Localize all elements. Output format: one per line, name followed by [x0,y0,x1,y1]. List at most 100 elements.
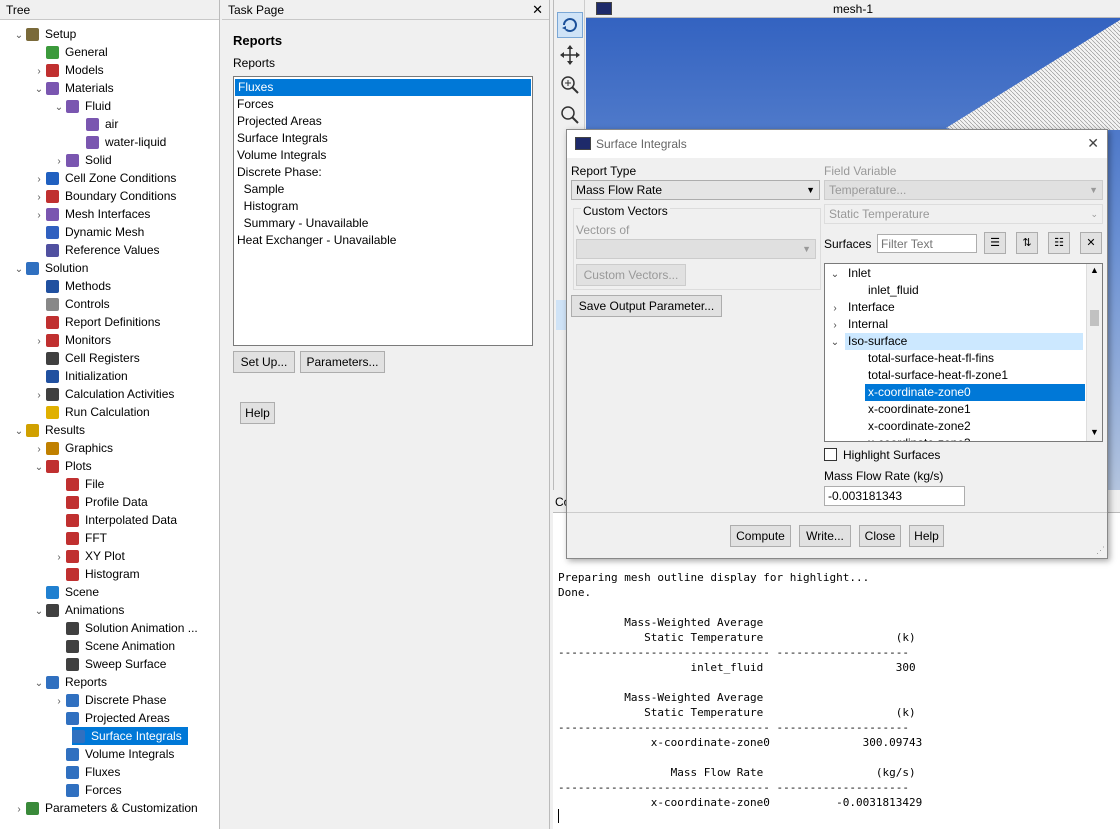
tree-item-sweep-surface[interactable]: Sweep Surface [52,655,166,673]
surface-item-interface[interactable]: › Interface [825,299,898,316]
surfaces-scrollbar[interactable]: ▲ ▼ [1086,264,1102,441]
rotate-icon[interactable] [557,12,583,38]
tree-item-plots[interactable]: ⌄ Plots [32,457,92,475]
surface-item-total-surface-heat-fl-fins[interactable]: total-surface-heat-fl-fins [825,350,997,367]
chevron-down-icon[interactable]: ⌄ [32,675,46,693]
tree-item-graphics[interactable]: › Graphics [32,439,113,457]
tree-item-animations[interactable]: ⌄ Animations [32,601,124,619]
save-output-parameter-button[interactable]: Save Output Parameter... [571,295,722,317]
chevron-right-icon[interactable]: › [825,317,845,334]
tree-item-scene[interactable]: Scene [32,583,99,601]
tree-item-solution[interactable]: ⌄ Solution [12,259,88,277]
chevron-down-icon[interactable]: ⌄ [825,334,845,351]
tree-item-mesh-interfaces[interactable]: › Mesh Interfaces [32,205,150,223]
tree-item-scene-animation[interactable]: Scene Animation [52,637,175,655]
zoom-icon[interactable] [559,74,581,96]
report-item-projected-areas[interactable]: Projected Areas [237,113,322,130]
tree-item-boundary-conditions[interactable]: › Boundary Conditions [32,187,176,205]
zoom-box-icon[interactable] [559,104,581,126]
surface-item-x-coordinate-zone3[interactable]: x-coordinate-zone3 [825,435,974,441]
tree-item-histogram[interactable]: Histogram [52,565,140,583]
tree-item-interpolated-data[interactable]: Interpolated Data [52,511,177,529]
chevron-down-icon[interactable]: ⌄ [12,423,26,441]
tree-item-discrete-phase[interactable]: › Discrete Phase [52,691,166,709]
tree-item-solution-animation[interactable]: Solution Animation ... [52,619,198,637]
tree-item-solid[interactable]: › Solid [52,151,112,169]
deselect-surfaces-icon[interactable]: ☷ [1048,232,1070,254]
pan-icon[interactable] [559,44,581,66]
highlight-surfaces-checkbox[interactable] [824,448,837,461]
tree-item-calculation-activities[interactable]: › Calculation Activities [32,385,174,403]
scrollbar-thumb[interactable] [1090,310,1099,326]
tree-item-cell-zone-conditions[interactable]: › Cell Zone Conditions [32,169,176,187]
report-item-heat-exchanger-unavailable[interactable]: Heat Exchanger - Unavailable [237,232,396,249]
tree-item-monitors[interactable]: › Monitors [32,331,111,349]
tree-item-forces[interactable]: Forces [52,781,122,799]
report-item-surface-integrals[interactable]: Surface Integrals [237,130,328,147]
tree-item-xy-plot[interactable]: › XY Plot [52,547,125,565]
compute-button[interactable]: Compute [730,525,791,547]
reports-list[interactable]: Fluxes Forces Projected Areas Surface Integ… [233,76,533,346]
report-item-summary-unavailable[interactable]: Summary - Unavailable [237,215,369,232]
close-icon[interactable]: ✕ [1087,135,1099,152]
chevron-down-icon[interactable]: ⌄ [32,459,46,477]
surface-item-x-coordinate-zone2[interactable]: x-coordinate-zone2 [825,418,974,435]
tree-item-fluxes[interactable]: Fluxes [52,763,120,781]
tree-item-cell-registers[interactable]: Cell Registers [32,349,140,367]
surface-item-inlet-fluid[interactable]: inlet_fluid [825,282,922,299]
tree-item-fft[interactable]: FFT [52,529,107,547]
tree-item-run-calculation[interactable]: Run Calculation [32,403,150,421]
tree-item-reports[interactable]: ⌄ Reports [32,673,107,691]
clear-surfaces-icon[interactable]: ✕ [1080,232,1102,254]
close-icon[interactable]: ✕ [532,0,543,20]
tree-item-dynamic-mesh[interactable]: Dynamic Mesh [32,223,144,241]
surface-item-x-coordinate-zone0[interactable]: x-coordinate-zone0 [825,384,1085,401]
tree-item-results[interactable]: ⌄ Results [12,421,85,439]
tree-item-surface-integrals[interactable]: Surface Integrals [72,727,188,745]
tree-item-methods[interactable]: Methods [32,277,111,295]
tree-item-volume-integrals[interactable]: Volume Integrals [52,745,174,763]
console-panel[interactable]: Preparing mesh outline display for highl… [553,512,1120,829]
tree-item-general[interactable]: General [32,43,108,61]
chevron-down-icon[interactable]: ⌄ [52,99,66,117]
report-item-sample[interactable]: Sample [237,181,285,198]
tree-item-projected-areas[interactable]: Projected Areas [52,709,170,727]
tree-item-water-liquid[interactable]: water-liquid [72,133,166,151]
tree-item-file[interactable]: File [52,475,104,493]
resize-grip-icon[interactable]: ⋰ [1096,545,1105,556]
tree-item-setup[interactable]: ⌄ Setup [12,25,76,43]
set-up-button[interactable]: Set Up... [233,351,295,373]
write-button[interactable]: Write... [799,525,851,547]
surface-item-x-coordinate-zone1[interactable]: x-coordinate-zone1 [825,401,974,418]
tree-item-reference-values[interactable]: Reference Values [32,241,160,259]
report-item-fluxes[interactable]: Fluxes [235,79,531,96]
tree-item-parameters-customization[interactable]: › Parameters & Customization [12,799,198,817]
chevron-down-icon[interactable]: ⌄ [12,261,26,279]
tree-item-models[interactable]: › Models [32,61,104,79]
chevron-down-icon[interactable]: ⌄ [825,266,845,283]
field-subvariable-select[interactable]: Static Temperature ⌄ [824,204,1103,224]
help-button[interactable]: Help [240,402,275,424]
tree-item-air[interactable]: air [72,115,118,133]
surface-item-internal[interactable]: › Internal [825,316,891,333]
report-item-forces[interactable]: Forces [237,96,274,113]
vectors-of-select[interactable]: ▼ [576,239,816,259]
tree-item-profile-data[interactable]: Profile Data [52,493,148,511]
report-item-discrete-phase[interactable]: Discrete Phase: [237,164,322,181]
chevron-right-icon[interactable]: › [12,801,26,819]
chevron-down-icon[interactable]: ▼ [1090,427,1099,437]
parameters-button[interactable]: Parameters... [300,351,385,373]
tree-item-fluid[interactable]: ⌄ Fluid [52,97,111,115]
chevron-right-icon[interactable]: › [825,300,845,317]
chevron-down-icon[interactable]: ⌄ [12,27,26,45]
close-button[interactable]: Close [859,525,901,547]
tree-item-materials[interactable]: ⌄ Materials [32,79,114,97]
chevron-down-icon[interactable]: ⌄ [32,603,46,621]
help-button[interactable]: Help [909,525,944,547]
group-surfaces-icon[interactable]: ⇅ [1016,232,1038,254]
custom-vectors-button[interactable]: Custom Vectors... [576,264,686,286]
chevron-down-icon[interactable]: ⌄ [32,81,46,99]
surface-item-inlet[interactable]: ⌄ Inlet [825,265,874,282]
select-all-surfaces-icon[interactable]: ☰ [984,232,1006,254]
graphics-tab-title[interactable]: mesh-1 [586,2,1120,16]
